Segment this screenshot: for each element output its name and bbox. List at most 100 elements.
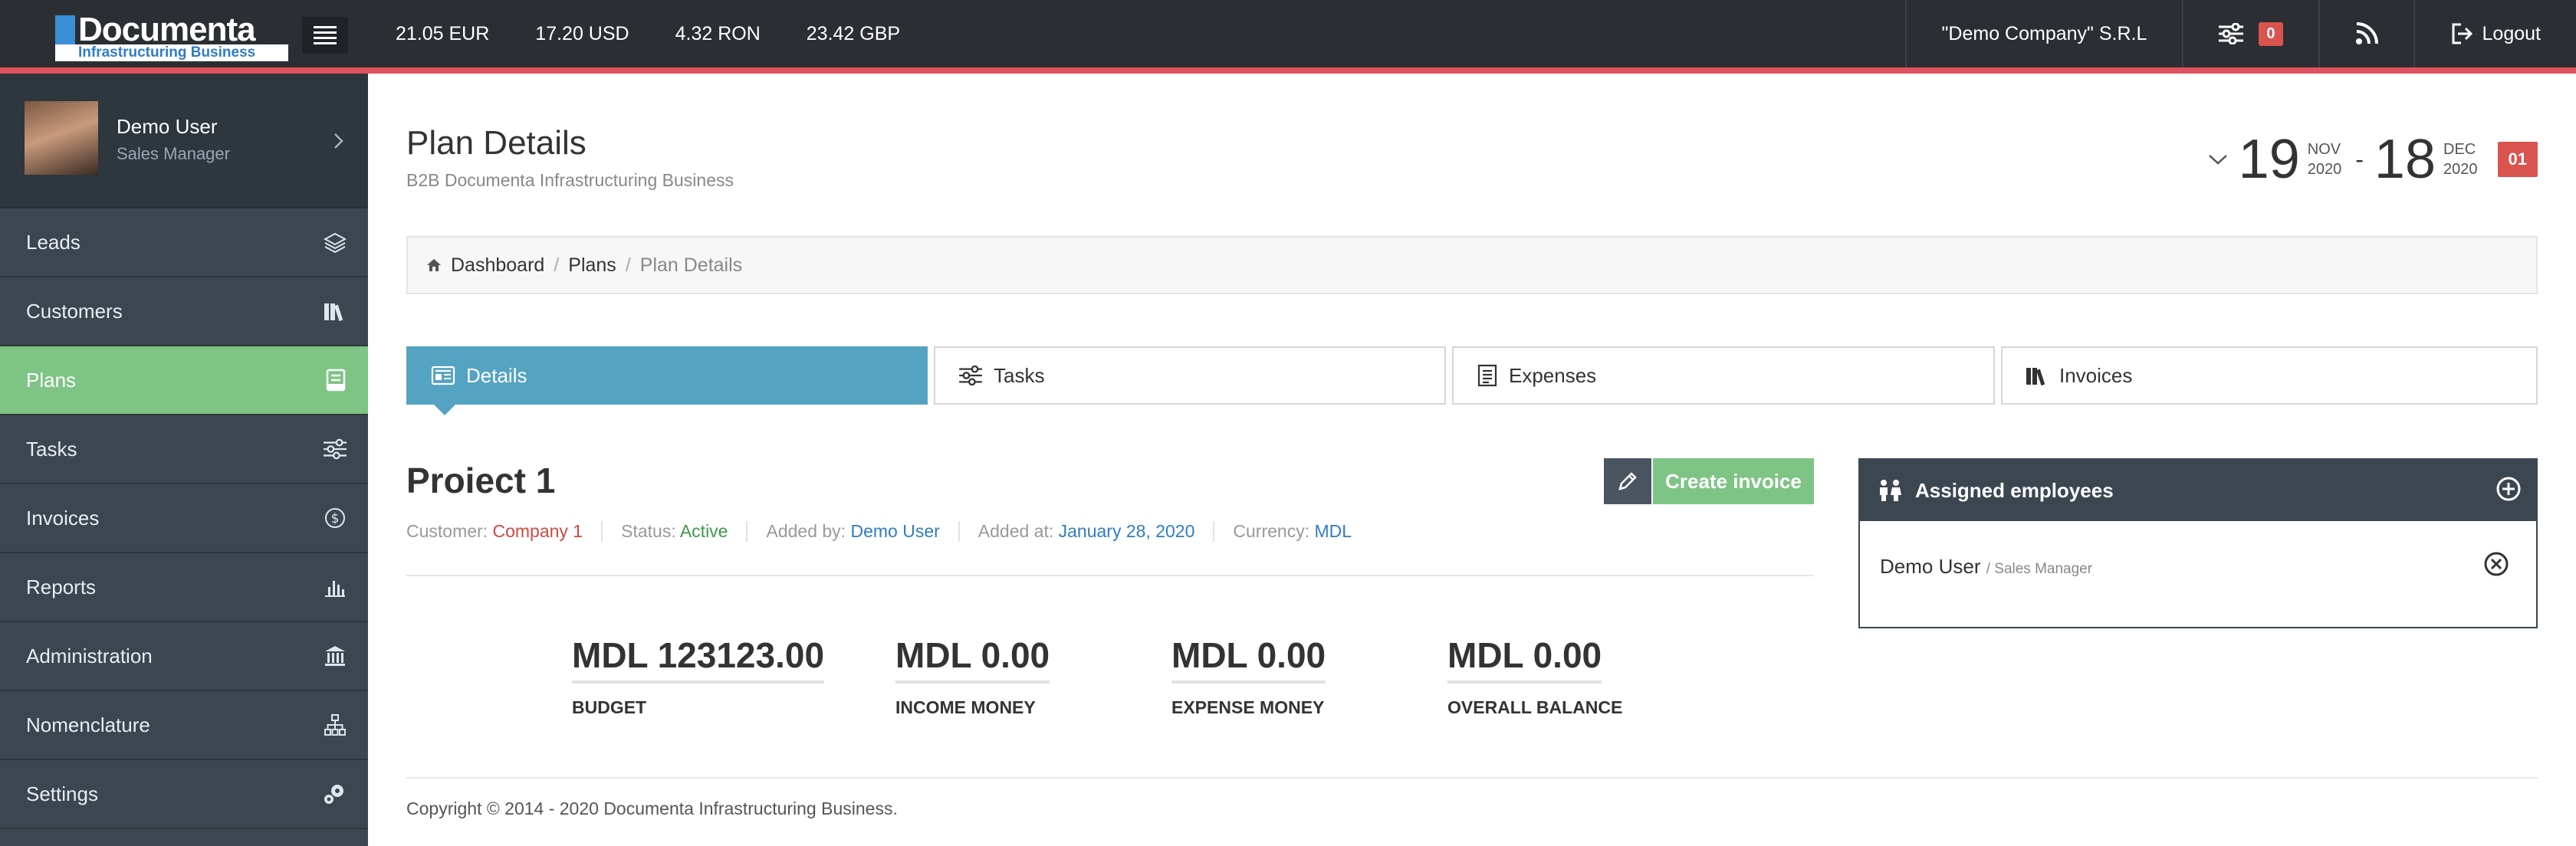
meta-customer: Customer: Company 1	[406, 521, 601, 542]
tab-invoices[interactable]: Invoices	[2001, 346, 2538, 405]
active-tab-pointer	[434, 405, 455, 415]
sidebar-item-label: Settings	[26, 782, 98, 805]
dollar-circle-icon: $	[325, 508, 345, 528]
meta-added-at: Added at: January 28, 2020	[958, 520, 1214, 542]
page-subtitle: B2B Documenta Infrastructuring Business	[406, 170, 734, 190]
sidebar-item-settings[interactable]: Settings	[0, 760, 368, 829]
users-icon	[1880, 480, 1901, 501]
plan-icon	[326, 369, 346, 392]
date-end-month: DEC	[2443, 141, 2476, 158]
date-range-picker[interactable]: 19 NOV 2020 - 18 DEC 2020 01	[2208, 129, 2538, 190]
breadcrumb-dashboard[interactable]: Dashboard	[451, 254, 544, 277]
svg-text:$: $	[331, 511, 340, 526]
date-range-badge: 01	[2497, 142, 2538, 177]
sidebar-item-reports[interactable]: Reports	[0, 553, 368, 622]
page-title: Plan Details	[406, 124, 586, 162]
date-end-month-year: DEC 2020	[2443, 139, 2478, 179]
sidebar-item-nomenclature[interactable]: Nomenclature	[0, 691, 368, 760]
sidebar-item-label: Invoices	[26, 506, 100, 530]
tab-label: Invoices	[2059, 363, 2133, 387]
create-invoice-button[interactable]: Create invoice	[1653, 458, 1814, 504]
hamburger-icon	[314, 26, 337, 44]
company-selector[interactable]: "Demo Company" S.R.L	[1904, 0, 2183, 67]
panel-header: Assigned employees	[1860, 460, 2536, 521]
logout-button[interactable]: Logout	[2413, 0, 2576, 67]
stat-value: MDL 0.00	[1447, 634, 1602, 684]
meta-added-at-label: Added at:	[978, 520, 1054, 541]
sidebar-item-customers[interactable]: Customers	[0, 277, 368, 346]
logo[interactable]: Documenta Infrastructuring Business	[55, 11, 288, 61]
sliders-icon	[324, 438, 347, 460]
rss-icon	[2355, 22, 2378, 44]
added-by-link[interactable]: Demo User	[850, 521, 939, 541]
rss-button[interactable]	[2318, 0, 2413, 67]
home-icon	[427, 259, 441, 271]
meta-customer-label: Customer:	[406, 520, 488, 541]
tab-label: Expenses	[1509, 363, 1597, 387]
stat-overall-balance: MDL 0.00 OVERALL BALANCE	[1447, 634, 1622, 718]
stat-label: INCOME MONEY	[895, 697, 1036, 717]
sidebar-item-label: Customers	[26, 299, 123, 323]
project-title: Proiect 1	[406, 461, 556, 500]
panel-title: Assigned employees	[1915, 478, 2114, 502]
rate-ron: 4.32 RON	[675, 22, 761, 44]
user-role: Sales Manager	[117, 144, 230, 163]
edit-button[interactable]	[1604, 458, 1651, 504]
date-end-year: 2020	[2443, 161, 2478, 178]
notifications-count-badge: 0	[2259, 21, 2283, 46]
sidebar-item-label: Reports	[26, 575, 97, 598]
bar-chart-icon	[325, 581, 345, 597]
user-name: Demo User	[117, 115, 218, 138]
menu-toggle-button[interactable]	[302, 17, 348, 54]
top-bar: Documenta Infrastructuring Business 21.0…	[0, 0, 2576, 74]
logout-label: Logout	[2482, 22, 2541, 44]
books-icon	[324, 303, 343, 322]
breadcrumb-current: Plan Details	[639, 254, 743, 276]
meta-added-by: Added by: Demo User	[746, 520, 958, 542]
stat-value: MDL 0.00	[1171, 634, 1326, 684]
main-content: Plan Details B2B Documenta Infrastructur…	[368, 74, 2576, 846]
sidebar-item-plans[interactable]: Plans	[0, 346, 368, 415]
sidebar-item-leads[interactable]: Leads	[0, 208, 368, 277]
remove-employee-icon[interactable]	[2482, 550, 2510, 578]
sidebar-item-label: Nomenclature	[26, 713, 150, 736]
sidebar-item-label: Leads	[26, 230, 80, 254]
user-profile[interactable]: Demo User Sales Manager	[0, 74, 368, 208]
currency-rates: 21.05 EUR 17.20 USD 4.32 RON 23.42 GBP	[396, 0, 946, 67]
tab-label: Details	[466, 363, 527, 387]
stat-budget: MDL 123123.00 BUDGET	[572, 634, 825, 718]
breadcrumb-separator: /	[554, 254, 560, 276]
breadcrumb: Dashboard / Plans / Plan Details	[406, 236, 2538, 294]
sliders-icon	[959, 366, 982, 385]
notifications-button[interactable]: 0	[2182, 0, 2318, 67]
rate-eur: 21.05 EUR	[396, 22, 490, 44]
chevron-down-icon	[2208, 155, 2227, 165]
logo-tagline: Infrastructuring Business	[55, 44, 288, 61]
document-list-icon	[1477, 364, 1497, 387]
divider	[406, 575, 1814, 576]
tab-tasks[interactable]: Tasks	[934, 346, 1446, 405]
tab-details[interactable]: Details	[406, 346, 928, 415]
project-meta: Customer: Company 1 Status: Active Added…	[406, 520, 1370, 543]
customer-link[interactable]: Company 1	[492, 521, 583, 541]
add-employee-icon[interactable]	[2495, 475, 2522, 503]
sidebar-item-tasks[interactable]: Tasks	[0, 415, 368, 484]
stat-label: BUDGET	[572, 697, 647, 717]
logout-icon	[2452, 23, 2472, 44]
chevron-right-icon	[334, 133, 343, 149]
stat-value: MDL 123123.00	[572, 634, 825, 684]
details-card-icon	[431, 366, 455, 385]
meta-currency-label: Currency:	[1233, 520, 1310, 541]
stat-label: EXPENSE MONEY	[1171, 697, 1325, 717]
pencil-icon	[1618, 472, 1637, 490]
sidebar-item-label: Plans	[26, 368, 77, 392]
breadcrumb-separator: /	[625, 254, 631, 276]
stat-expense-money: MDL 0.00 EXPENSE MONEY	[1171, 634, 1326, 718]
tab-expenses[interactable]: Expenses	[1452, 346, 1995, 405]
sidebar-item-invoices[interactable]: Invoices $	[0, 484, 368, 553]
sidebar-item-administration[interactable]: Administration	[0, 622, 368, 691]
avatar	[25, 101, 98, 175]
rate-usd: 17.20 USD	[535, 22, 629, 44]
top-right-menu: "Demo Company" S.R.L 0 Logout	[1904, 0, 2576, 67]
breadcrumb-plans[interactable]: Plans	[568, 254, 616, 277]
